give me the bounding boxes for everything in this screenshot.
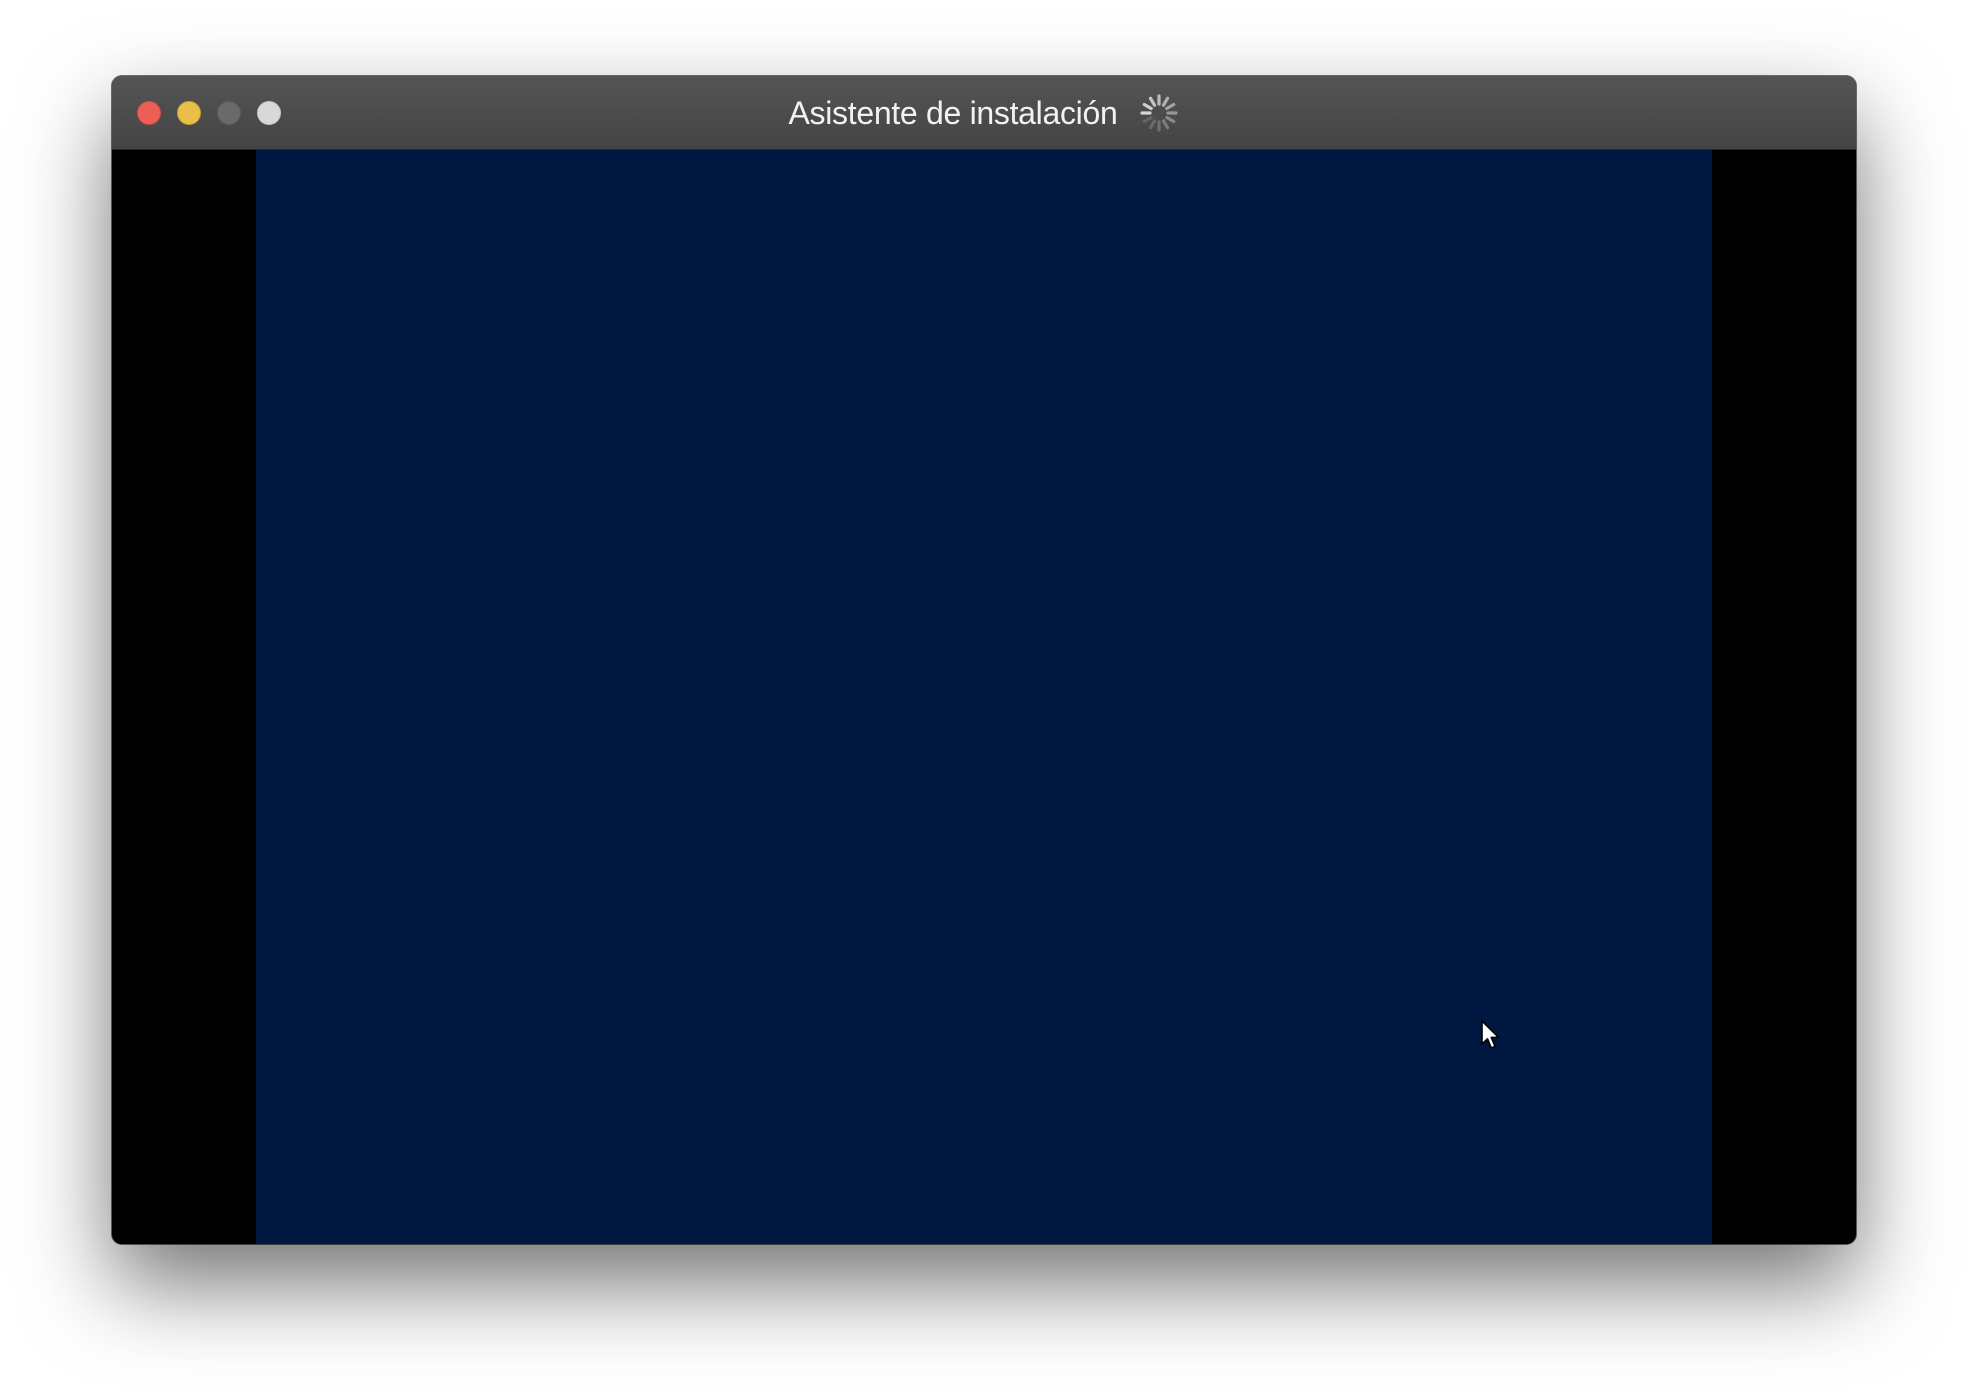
vm-display[interactable] [256,150,1712,1244]
window-title: Asistente de instalación [788,94,1118,131]
installer-window: Asistente de instalación [112,76,1856,1244]
title-bar[interactable]: Asistente de instalación [112,76,1856,150]
spinner-icon [1139,94,1178,132]
title-group: Asistente de instalación [112,76,1856,150]
window-content [112,150,1856,1244]
mouse-pointer-icon [1481,1020,1500,1049]
